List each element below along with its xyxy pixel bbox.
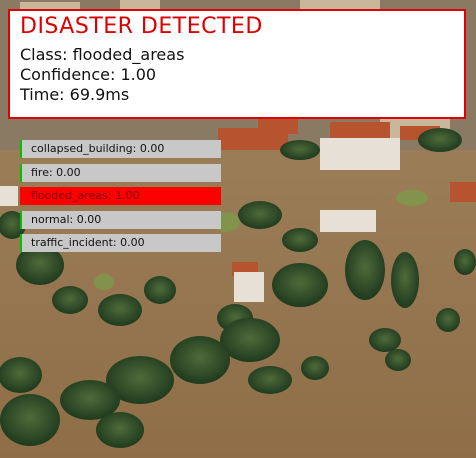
probability-bar-label: traffic_incident: 0.00 xyxy=(31,236,145,250)
detection-result-panel: DISASTER DETECTED Class: flooded_areas C… xyxy=(8,9,466,119)
class-line: Class: flooded_areas xyxy=(20,45,184,64)
time-label: Time: xyxy=(20,85,65,104)
probability-bar-normal: normal: 0.00 xyxy=(20,210,221,229)
probability-bar-fill xyxy=(20,140,22,158)
probability-bar-label: collapsed_building: 0.00 xyxy=(31,142,165,155)
probability-bar-fill xyxy=(20,234,22,253)
class-label: Class: xyxy=(20,45,68,64)
class-value: flooded_areas xyxy=(72,45,185,64)
confidence-label: Confidence: xyxy=(20,65,116,84)
confidence-line: Confidence: 1.00 xyxy=(20,65,156,84)
probability-bar-label: flooded_areas: 1.00 xyxy=(31,189,140,203)
time-line: Time: 69.9ms xyxy=(20,85,129,104)
probability-bar-fill xyxy=(20,210,22,229)
probability-bar-traffic-incident: traffic_incident: 0.00 xyxy=(20,234,221,253)
class-probability-bars: collapsed_building: 0.00 fire: 0.00 floode… xyxy=(20,140,221,258)
confidence-value: 1.00 xyxy=(120,65,157,84)
probability-bar-collapsed-building: collapsed_building: 0.00 xyxy=(20,140,221,158)
probability-bar-label: normal: 0.00 xyxy=(31,212,102,226)
time-value: 69.9ms xyxy=(69,85,130,104)
probability-bar-fire: fire: 0.00 xyxy=(20,163,221,182)
alert-title: DISASTER DETECTED xyxy=(20,14,263,39)
probability-bar-flooded-areas: flooded_areas: 1.00 xyxy=(20,187,221,206)
probability-bar-fill xyxy=(20,163,22,182)
probability-bar-label: fire: 0.00 xyxy=(31,165,81,179)
